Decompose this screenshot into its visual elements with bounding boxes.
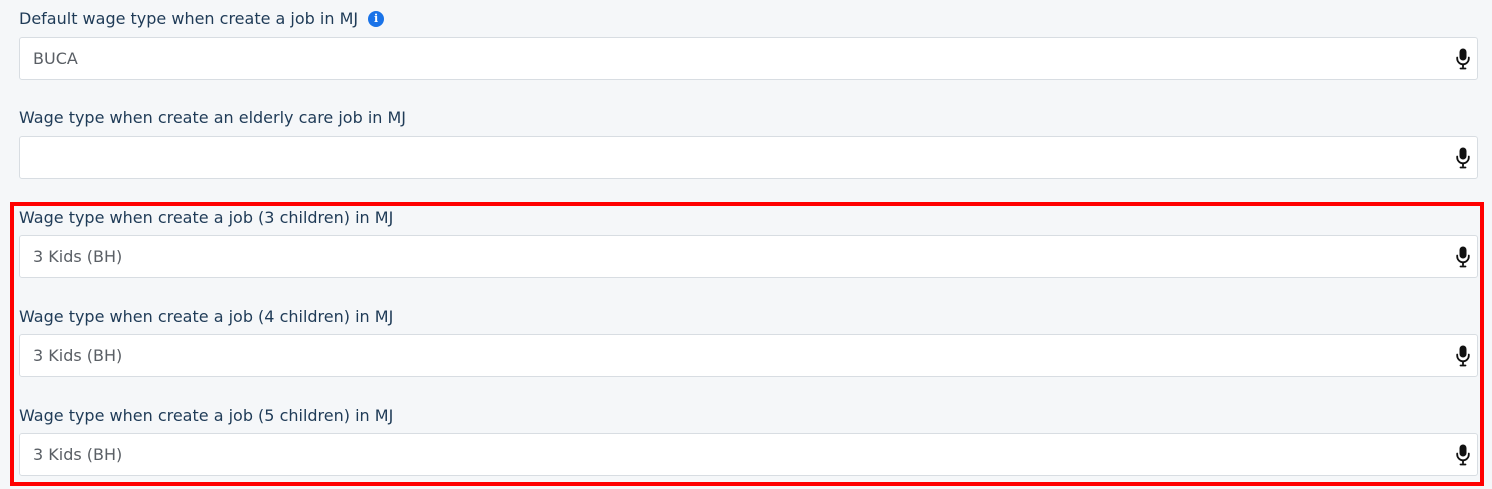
three-children-wage-type-input[interactable]: 3 Kids (BH) xyxy=(19,235,1478,278)
info-icon[interactable]: i xyxy=(368,11,385,27)
default-wage-type-field: Default wage type when create a job in M… xyxy=(19,8,1478,80)
default-wage-type-value: BUCA xyxy=(33,49,78,68)
three-children-wage-type-field: Wage type when create a job (3 children)… xyxy=(19,207,1478,278)
default-wage-type-input[interactable]: BUCA xyxy=(19,37,1478,80)
three-children-wage-type-label: Wage type when create a job (3 children)… xyxy=(19,208,394,227)
elderly-care-wage-type-field: Wage type when create an elderly care jo… xyxy=(19,107,1478,179)
microphone-icon[interactable] xyxy=(1456,444,1470,466)
microphone-icon[interactable] xyxy=(1456,48,1470,70)
microphone-icon[interactable] xyxy=(1456,345,1470,367)
three-children-wage-type-value: 3 Kids (BH) xyxy=(33,247,123,266)
four-children-wage-type-value: 3 Kids (BH) xyxy=(33,346,123,365)
microphone-icon[interactable] xyxy=(1456,246,1470,268)
microphone-icon[interactable] xyxy=(1456,147,1470,169)
four-children-wage-type-label: Wage type when create a job (4 children)… xyxy=(19,307,394,326)
four-children-wage-type-input[interactable]: 3 Kids (BH) xyxy=(19,334,1478,377)
elderly-care-wage-type-label: Wage type when create an elderly care jo… xyxy=(19,108,407,127)
five-children-wage-type-value: 3 Kids (BH) xyxy=(33,445,123,464)
five-children-wage-type-label: Wage type when create a job (5 children)… xyxy=(19,406,394,425)
five-children-wage-type-field: Wage type when create a job (5 children)… xyxy=(19,405,1478,476)
elderly-care-wage-type-input[interactable] xyxy=(19,136,1478,179)
five-children-wage-type-input[interactable]: 3 Kids (BH) xyxy=(19,433,1478,476)
four-children-wage-type-field: Wage type when create a job (4 children)… xyxy=(19,306,1478,377)
default-wage-type-label: Default wage type when create a job in M… xyxy=(19,9,359,28)
